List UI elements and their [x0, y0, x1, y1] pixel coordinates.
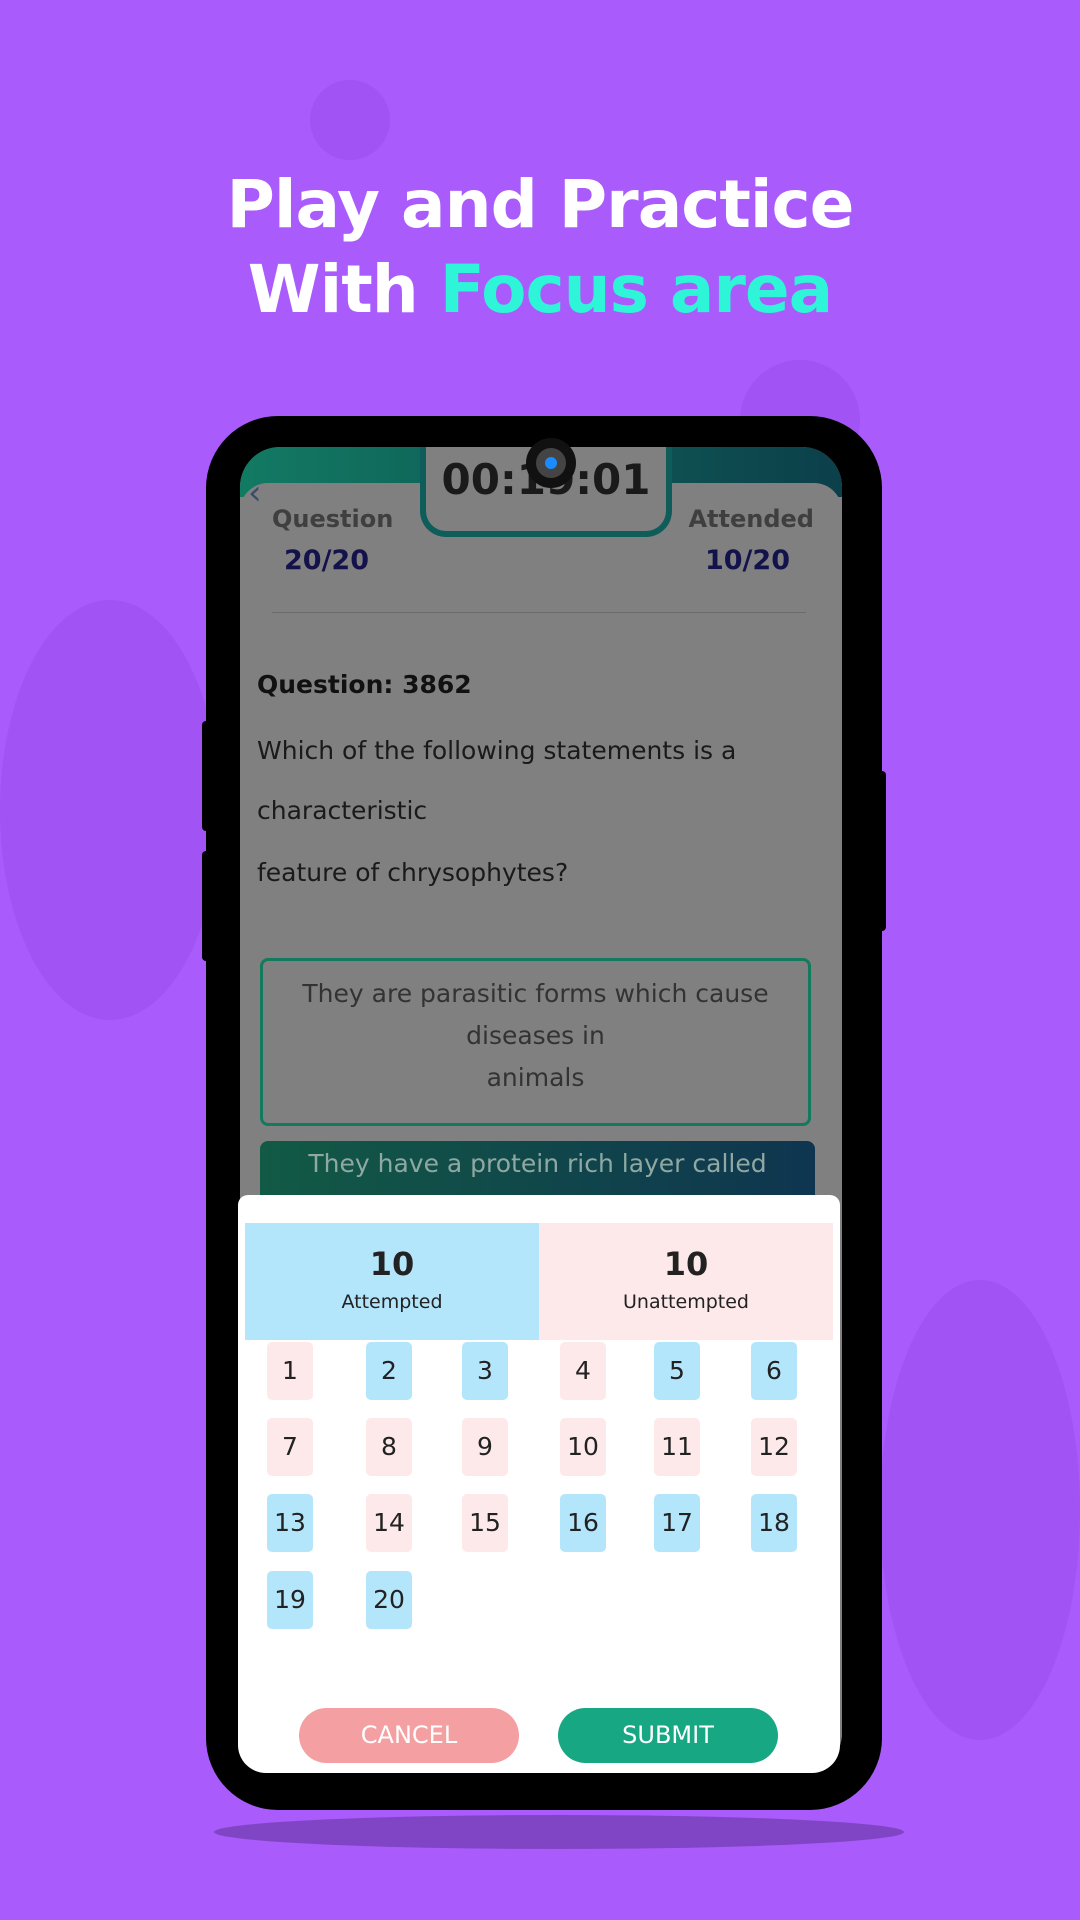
- submit-button[interactable]: SUBMIT: [558, 1708, 778, 1763]
- question-number-12[interactable]: 12: [751, 1418, 797, 1476]
- question-number-14[interactable]: 14: [366, 1494, 412, 1552]
- phone-shadow: [214, 1815, 904, 1849]
- question-number-1[interactable]: 1: [267, 1342, 313, 1400]
- question-number-5[interactable]: 5: [654, 1342, 700, 1400]
- question-count: 20/20: [284, 545, 370, 576]
- question-label: Question: [272, 505, 394, 533]
- headline-line-2: With Focus area: [0, 251, 1080, 328]
- attempted-summary: 10 Attempted: [245, 1223, 539, 1340]
- cancel-button[interactable]: CANCEL: [299, 1708, 519, 1763]
- attended-label: Attended: [688, 505, 814, 533]
- attempted-count: 10: [369, 1245, 415, 1283]
- question-number-9[interactable]: 9: [462, 1418, 508, 1476]
- question-number-8[interactable]: 8: [366, 1418, 412, 1476]
- headline-accent: Focus area: [439, 251, 834, 328]
- option-text: They have a protein rich layer called: [308, 1149, 767, 1178]
- option-text: animals: [486, 1063, 585, 1092]
- question-number-18[interactable]: 18: [751, 1494, 797, 1552]
- question-palette-sheet: 10 Attempted 10 Unattempted 1 2 3 4 5 6 7 8 9 10 1…: [238, 1195, 840, 1773]
- question-number-2[interactable]: 2: [366, 1342, 412, 1400]
- camera-icon: [526, 438, 576, 488]
- side-button: [876, 771, 886, 931]
- chevron-left-icon[interactable]: ‹: [248, 473, 262, 513]
- question-line: Which of the following statements is a: [257, 736, 737, 765]
- question-number-15[interactable]: 15: [462, 1494, 508, 1552]
- question-number-17[interactable]: 17: [654, 1494, 700, 1552]
- option-1[interactable]: They are parasitic forms which cause dis…: [260, 958, 811, 1126]
- question-number-20[interactable]: 20: [366, 1571, 412, 1629]
- question-number-16[interactable]: 16: [560, 1494, 606, 1552]
- volume-button: [202, 721, 212, 831]
- question-number-10[interactable]: 10: [560, 1418, 606, 1476]
- question-title: Question: 3862: [257, 670, 472, 699]
- background-circle: [0, 600, 220, 1020]
- background-circle: [880, 1280, 1080, 1740]
- question-number-13[interactable]: 13: [267, 1494, 313, 1552]
- question-number-3[interactable]: 3: [462, 1342, 508, 1400]
- question-number-11[interactable]: 11: [654, 1418, 700, 1476]
- divider: [272, 612, 806, 613]
- question-number-4[interactable]: 4: [560, 1342, 606, 1400]
- background-circle: [310, 80, 390, 160]
- question-number-6[interactable]: 6: [751, 1342, 797, 1400]
- power-button: [202, 851, 212, 961]
- question-number-19[interactable]: 19: [267, 1571, 313, 1629]
- question-line: feature of chrysophytes?: [257, 858, 569, 887]
- unattempted-label: Unattempted: [623, 1291, 749, 1313]
- unattempted-summary: 10 Unattempted: [539, 1223, 833, 1340]
- attempted-label: Attempted: [341, 1291, 443, 1313]
- attended-count: 10/20: [704, 545, 790, 576]
- unattempted-count: 10: [663, 1245, 709, 1283]
- question-number-7[interactable]: 7: [267, 1418, 313, 1476]
- question-line: characteristic: [257, 796, 428, 825]
- headline-line-1: Play and Practice: [226, 166, 855, 243]
- option-text: diseases in: [466, 1021, 605, 1050]
- headline-prefix: With: [247, 251, 440, 328]
- option-text: They are parasitic forms which cause: [302, 979, 769, 1008]
